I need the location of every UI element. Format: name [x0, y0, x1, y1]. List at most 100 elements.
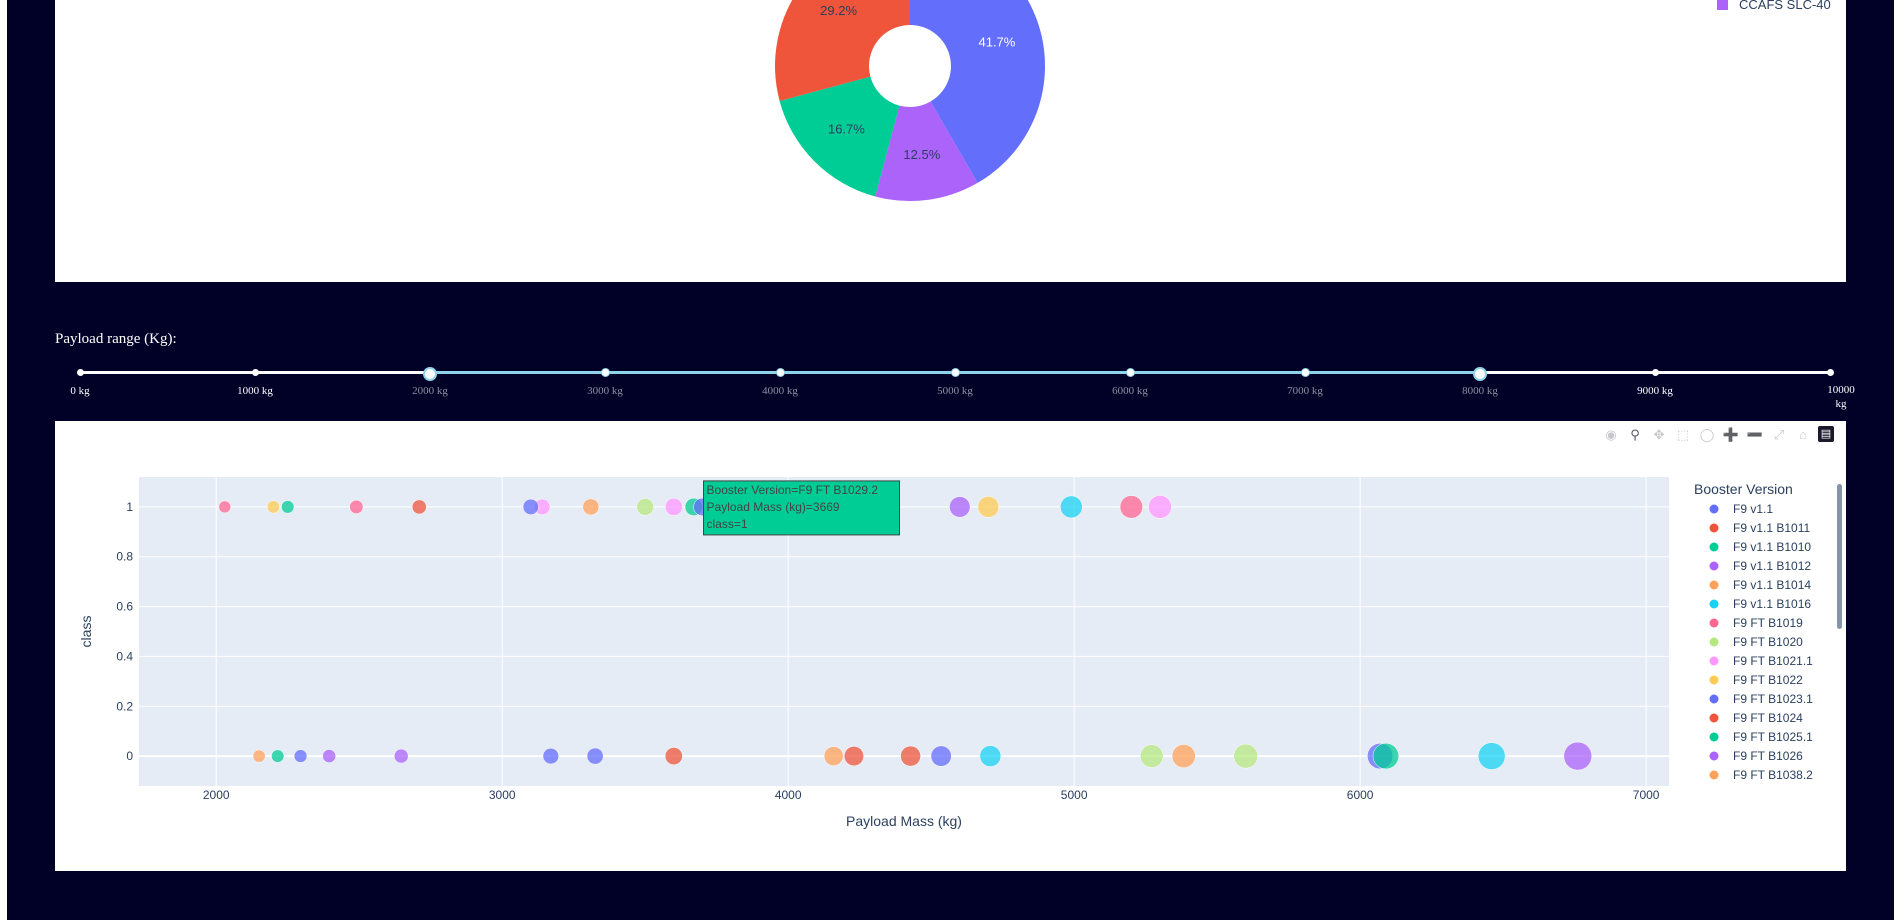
legend-item[interactable]: F9 v1.1 B1010	[1733, 540, 1811, 554]
pan-icon[interactable]: ✥	[1650, 425, 1668, 443]
x-tick-label: 6000	[1347, 788, 1374, 802]
legend-item[interactable]: F9 FT B1023.1	[1733, 692, 1813, 706]
legend-scrollbar[interactable]	[1837, 484, 1842, 629]
scatter-point[interactable]	[542, 747, 559, 765]
scatter-point[interactable]	[281, 500, 295, 514]
autoscale-icon[interactable]: ⤢	[1770, 425, 1788, 443]
x-axis-title: Payload Mass (kg)	[846, 813, 962, 829]
legend-item[interactable]: F9 v1.1 B1016	[1733, 597, 1811, 611]
scatter-point[interactable]	[1563, 741, 1593, 771]
scatter-point[interactable]	[322, 749, 337, 763]
slider-mark-dot[interactable]	[1301, 369, 1309, 376]
scatter-point[interactable]	[664, 497, 683, 516]
legend-marker[interactable]	[1709, 580, 1719, 590]
scatter-point[interactable]	[949, 496, 971, 518]
scatter-point[interactable]	[411, 499, 427, 515]
scatter-point[interactable]	[522, 498, 539, 515]
legend-item[interactable]: F9 v1.1 B1014	[1733, 578, 1811, 592]
plot-area[interactable]	[139, 477, 1669, 786]
scatter-point[interactable]	[664, 747, 683, 766]
scatter-point[interactable]	[1171, 744, 1196, 769]
slider-handle-min[interactable]	[423, 366, 437, 381]
scatter-point[interactable]	[271, 749, 285, 763]
scatter-point[interactable]	[218, 500, 232, 514]
legend-marker[interactable]	[1709, 599, 1719, 609]
scatter-point[interactable]	[977, 496, 1000, 518]
scatter-point[interactable]	[979, 745, 1002, 767]
scatter-point[interactable]	[252, 749, 266, 763]
scatter-point[interactable]	[1139, 744, 1164, 768]
lasso-select-icon[interactable]: ◯	[1698, 425, 1716, 443]
legend-item[interactable]: F9 FT B1026	[1733, 749, 1803, 763]
slider-mark-dot[interactable]	[951, 369, 959, 376]
legend-marker[interactable]	[1709, 637, 1719, 647]
legend-marker[interactable]	[1709, 732, 1719, 742]
payload-vs-class-scatter[interactable]: 2000 3000 4000 5000 6000 7000 0 0.2 0.4 0.6 0.8 1 P…	[55, 421, 1846, 871]
scatter-point[interactable]	[1148, 495, 1172, 519]
y-tick-label: 0	[126, 749, 133, 763]
legend-item[interactable]: F9 FT B1021.1	[1733, 654, 1813, 668]
legend-marker[interactable]	[1709, 561, 1719, 571]
scatter-point[interactable]	[266, 500, 280, 514]
legend-item[interactable]: F9 FT B1025.1	[1733, 730, 1813, 744]
legend-marker[interactable]	[1709, 770, 1719, 780]
legend-marker[interactable]	[1709, 675, 1719, 685]
scatter-point[interactable]	[1060, 495, 1083, 519]
legend-swatch[interactable]	[1717, 0, 1728, 10]
legend-marker[interactable]	[1709, 713, 1719, 723]
legend-item[interactable]: F9 FT B1020	[1733, 635, 1803, 649]
scatter-point[interactable]	[1372, 742, 1399, 770]
scatter-point[interactable]	[823, 746, 844, 766]
slider-handle-max[interactable]	[1473, 366, 1487, 381]
legend-item[interactable]: F9 FT B1024	[1733, 711, 1803, 725]
pie-legend-item[interactable]: CCAFS SLC-40	[1739, 0, 1831, 12]
legend-item[interactable]: F9 v1.1	[1733, 502, 1773, 516]
slider-mark-dot[interactable]	[601, 369, 609, 376]
zoom-in-icon[interactable]: ➕	[1722, 425, 1740, 443]
legend-marker[interactable]	[1709, 504, 1719, 514]
legend-marker[interactable]	[1709, 523, 1719, 533]
scatter-point[interactable]	[843, 746, 864, 767]
scatter-point[interactable]	[1233, 743, 1259, 769]
scatter-point[interactable]	[930, 745, 952, 767]
zoom-out-icon[interactable]: ➖	[1746, 425, 1764, 443]
scatter-point[interactable]	[1477, 742, 1506, 770]
slider-mark-dot[interactable]	[251, 369, 259, 376]
slider-mark-dot[interactable]	[776, 369, 784, 376]
legend-marker[interactable]	[1709, 542, 1719, 552]
dashboard: 41.7% 12.5% 16.7% 29.2% CCAFS SLC-40 Payloa…	[7, 0, 1894, 920]
scatter-point[interactable]	[636, 498, 654, 516]
slider-mark-dot[interactable]	[1651, 369, 1659, 376]
scatter-point[interactable]	[293, 749, 308, 763]
legend-item[interactable]: F9 FT B1038.2	[1733, 768, 1813, 782]
camera-icon[interactable]: ◉	[1602, 425, 1620, 443]
scatter-point[interactable]	[393, 748, 409, 764]
zoom-icon[interactable]: ⚲	[1626, 425, 1644, 443]
scatter-point[interactable]	[349, 499, 364, 514]
legend-item[interactable]: F9 v1.1 B1011	[1733, 521, 1810, 535]
box-select-icon[interactable]: ⬚	[1674, 425, 1692, 443]
slider-mark-dot[interactable]	[1126, 369, 1134, 376]
scatter-point[interactable]	[582, 498, 600, 516]
legend-marker[interactable]	[1709, 618, 1719, 628]
legend-item[interactable]: F9 v1.1 B1012	[1733, 559, 1811, 573]
plotly-logo-icon[interactable]: ▤	[1818, 426, 1834, 442]
tooltip-line: class=1	[707, 517, 748, 531]
booster-legend[interactable]: Booster Version F9 v1.1 F9 v1.1 B1011 F9 v1…	[1694, 481, 1813, 782]
legend-marker[interactable]	[1709, 656, 1719, 666]
slider-mark-dot[interactable]	[1826, 369, 1834, 376]
y-tick-label: 0.2	[116, 699, 133, 713]
x-tick-label: 7000	[1633, 788, 1660, 802]
scatter-point[interactable]	[1119, 495, 1143, 519]
scatter-point[interactable]	[900, 745, 921, 767]
legend-item[interactable]: F9 FT B1019	[1733, 616, 1803, 630]
payload-range-slider-area: Payload range (Kg): 0 kg 1000 kg 2000 kg 30…	[55, 325, 1855, 420]
legend-item[interactable]: F9 FT B1022	[1733, 673, 1803, 687]
scatter-point[interactable]	[586, 747, 604, 765]
reset-axes-icon[interactable]: ⌂	[1794, 425, 1812, 443]
slider-mark-dot[interactable]	[76, 369, 84, 376]
legend-marker[interactable]	[1709, 751, 1719, 761]
success-pie-chart[interactable]: 41.7% 12.5% 16.7% 29.2% CCAFS SLC-40	[55, 0, 1846, 282]
legend-marker[interactable]	[1709, 694, 1719, 704]
pie-slice-label: 41.7%	[978, 35, 1015, 50]
